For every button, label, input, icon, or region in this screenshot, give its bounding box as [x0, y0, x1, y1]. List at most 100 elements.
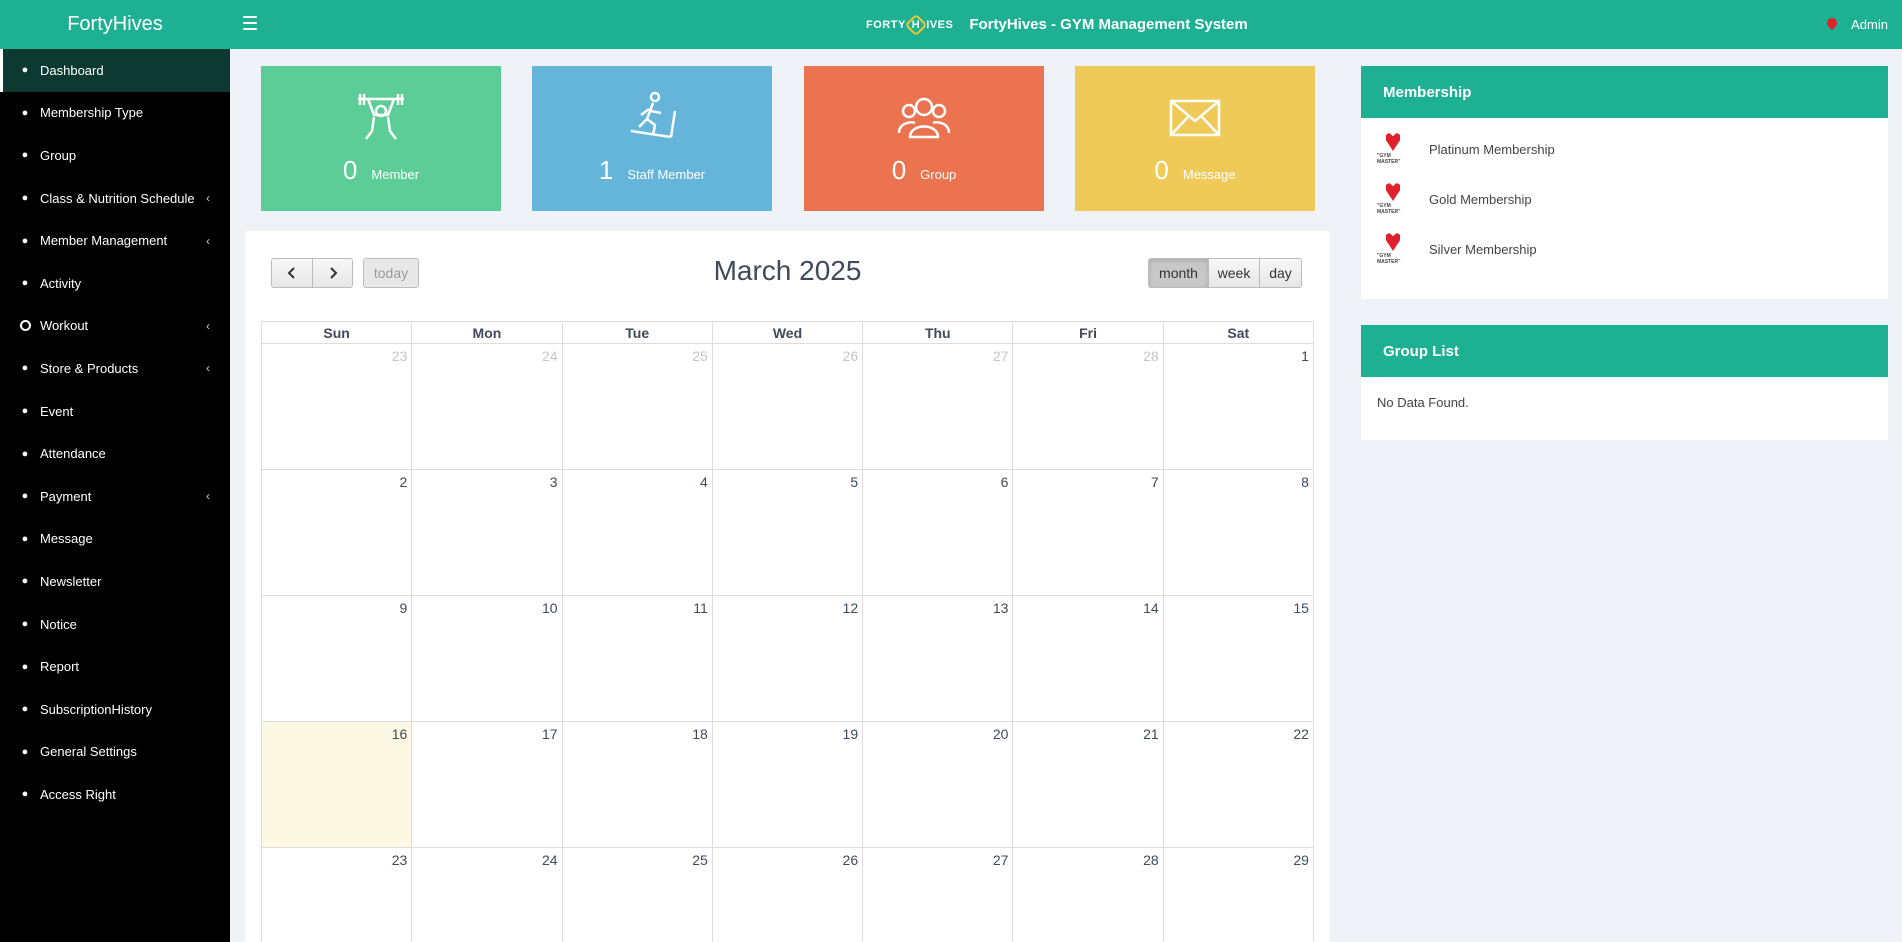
- treadmill-icon: [625, 91, 679, 145]
- calendar-day-cell[interactable]: 24: [412, 343, 563, 469]
- sidebar-item-workout[interactable]: Workout ‹: [0, 305, 230, 348]
- calendar-day-cell[interactable]: 13: [863, 595, 1014, 721]
- view-day-button[interactable]: day: [1259, 258, 1302, 288]
- calendar-day-cell[interactable]: 8: [1163, 469, 1314, 595]
- calendar-day-cell[interactable]: 9: [262, 595, 413, 721]
- user-menu[interactable]: Admin: [1827, 0, 1888, 49]
- calendar-day-cell[interactable]: 25: [562, 847, 713, 942]
- sidebar: ● Dashboard ● Membership Type ● Group ● Class &…: [0, 49, 230, 942]
- sidebar-item-payment[interactable]: ● Payment ‹: [0, 475, 230, 518]
- calendar-day-cell[interactable]: 17: [412, 721, 563, 847]
- sidebar-item-report[interactable]: ● Report: [0, 645, 230, 688]
- sidebar-item-member-management[interactable]: ● Member Management ‹: [0, 219, 230, 262]
- day-number: 11: [693, 600, 708, 616]
- sidebar-item-attendance[interactable]: ● Attendance: [0, 432, 230, 475]
- calendar-day-cell[interactable]: 26: [712, 343, 864, 469]
- user-pin-icon: [1827, 18, 1837, 32]
- day-number: 12: [842, 600, 859, 616]
- sidebar-item-label: Workout: [40, 318, 89, 334]
- calendar-day-cell[interactable]: 25: [562, 343, 713, 469]
- day-number: 5: [850, 474, 859, 490]
- calendar-day-cell[interactable]: 19: [712, 721, 864, 847]
- gym-master-logo-icon: "GYM MASTER": [1377, 133, 1409, 165]
- view-month-button[interactable]: month: [1148, 258, 1209, 288]
- calendar-day-cell[interactable]: 14: [1013, 595, 1164, 721]
- calendar-day-cell[interactable]: 3: [412, 469, 563, 595]
- sidebar-item-event[interactable]: ● Event: [0, 390, 230, 433]
- calendar-day-cell[interactable]: 23: [262, 343, 413, 469]
- sidebar-item-store-products[interactable]: ● Store & Products ‹: [0, 347, 230, 390]
- view-week-button[interactable]: week: [1208, 258, 1260, 288]
- calendar-day-cell[interactable]: 26: [712, 847, 864, 942]
- day-number: 1: [1301, 348, 1309, 364]
- membership-item[interactable]: "GYM MASTER" Platinum Membership: [1361, 124, 1888, 174]
- day-number: 22: [1293, 726, 1309, 742]
- calendar-day-cell[interactable]: 18: [562, 721, 713, 847]
- day-number: 4: [700, 474, 708, 490]
- brand-title[interactable]: FortyHives: [0, 0, 230, 49]
- calendar-day-cell[interactable]: 6: [863, 469, 1014, 595]
- calendar-day-cell[interactable]: 7: [1013, 469, 1164, 595]
- sidebar-item-subscriptionhistory[interactable]: ● SubscriptionHistory: [0, 688, 230, 731]
- sliders-icon: ●: [21, 745, 29, 758]
- calendar-weekday-header: Sun Mon Tue Wed Thu Fri Sat: [261, 321, 1314, 343]
- calendar-day-cell[interactable]: 22: [1163, 721, 1314, 847]
- calendar-day-cell[interactable]: 23: [262, 847, 413, 942]
- weekday-header: Mon: [412, 322, 563, 343]
- calendar-day-cell[interactable]: 28: [1013, 847, 1164, 942]
- sidebar-item-notice[interactable]: ● Notice: [0, 603, 230, 646]
- sidebar-item-newsletter[interactable]: ● Newsletter: [0, 560, 230, 603]
- sidebar-item-label: Newsletter: [40, 573, 102, 589]
- sidebar-item-group[interactable]: ● Group: [0, 134, 230, 177]
- calendar-day-cell[interactable]: 5: [712, 469, 864, 595]
- day-number: 9: [399, 600, 408, 616]
- stat-card-member[interactable]: 0 Member: [261, 66, 501, 211]
- calendar-day-cell[interactable]: 29: [1163, 847, 1314, 942]
- calendar-week-row: 16 17 18 19 20 21 22: [261, 721, 1314, 847]
- header-center: FORTY H IVES FortyHives - GYM Management…: [866, 0, 1248, 49]
- calendar-day-cell[interactable]: 24: [412, 847, 563, 942]
- weightlifter-icon: [354, 91, 408, 145]
- attendance-icon: ●: [21, 447, 29, 460]
- sidebar-item-access-right[interactable]: ● Access Right: [0, 773, 230, 816]
- calendar-day-cell[interactable]: 20: [863, 721, 1014, 847]
- day-number: 15: [1293, 600, 1309, 616]
- calendar-day-cell[interactable]: 4: [562, 469, 713, 595]
- sidebar-item-message[interactable]: ● Message: [0, 518, 230, 561]
- day-number: 21: [1143, 726, 1159, 742]
- menu-toggle-icon[interactable]: [243, 16, 257, 30]
- calendar-day-cell[interactable]: 16: [262, 721, 413, 847]
- calendar-day-cell[interactable]: 10: [412, 595, 563, 721]
- calendar-day-cell[interactable]: 15: [1163, 595, 1314, 721]
- ticket-icon: ●: [21, 405, 29, 418]
- stat-card-group[interactable]: 0 Group: [804, 66, 1044, 211]
- sidebar-item-class-nutrition-schedule[interactable]: ● Class & Nutrition Schedule ‹: [0, 177, 230, 220]
- sidebar-item-label: Message: [40, 531, 93, 547]
- calendar-day-cell[interactable]: 1: [1163, 343, 1314, 469]
- stat-card-staff-member[interactable]: 1 Staff Member: [532, 66, 772, 211]
- calendar-day-cell[interactable]: 27: [863, 343, 1014, 469]
- calendar-day-cell[interactable]: 11: [562, 595, 713, 721]
- membership-item[interactable]: "GYM MASTER" Silver Membership: [1361, 224, 1888, 274]
- stat-card-message[interactable]: 0 Message: [1075, 66, 1315, 211]
- membership-item[interactable]: "GYM MASTER" Gold Membership: [1361, 174, 1888, 224]
- calendar-day-cell[interactable]: 21: [1013, 721, 1164, 847]
- day-number: 18: [692, 726, 708, 742]
- sidebar-item-membership-type[interactable]: ● Membership Type: [0, 92, 230, 135]
- stat-value: 0: [1154, 155, 1169, 185]
- fortyhives-logo: FORTY H IVES: [866, 13, 953, 36]
- sidebar-item-dashboard[interactable]: ● Dashboard: [0, 49, 230, 92]
- calendar-day-cell[interactable]: 27: [863, 847, 1014, 942]
- day-number: 19: [842, 726, 859, 742]
- calendar-day-cell[interactable]: 28: [1013, 343, 1164, 469]
- calendar-day-cell[interactable]: 12: [712, 595, 864, 721]
- chevron-left-icon: ‹: [206, 318, 210, 333]
- sidebar-item-activity[interactable]: ● Activity: [0, 262, 230, 305]
- chevron-left-icon: ‹: [206, 489, 210, 504]
- day-number: 24: [541, 348, 558, 364]
- chat-icon: ●: [21, 532, 29, 545]
- calendar-body: 23 24 25 26 27 28 1 2 3 4 5 6 7 8 9 10 11 12 13 14 15 16 17 18 1…: [261, 343, 1314, 942]
- day-number: 10: [541, 600, 558, 616]
- calendar-day-cell[interactable]: 2: [262, 469, 413, 595]
- sidebar-item-general-settings[interactable]: ● General Settings: [0, 731, 230, 774]
